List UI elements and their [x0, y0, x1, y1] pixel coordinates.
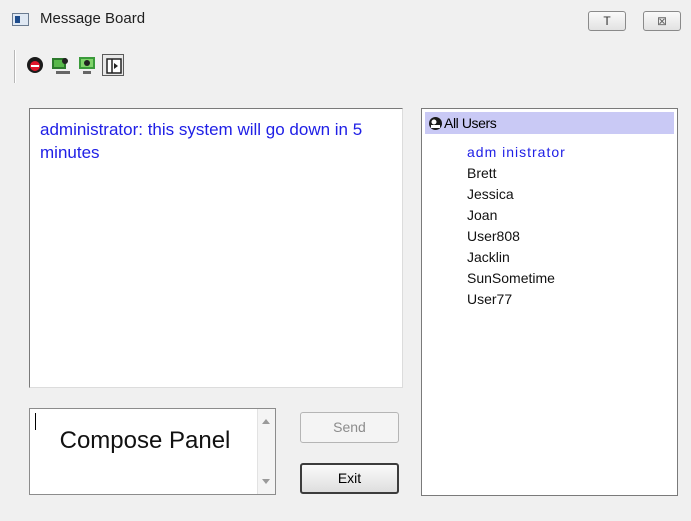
computer-user-icon[interactable]	[50, 54, 72, 76]
user-list-item[interactable]: Joan	[467, 205, 566, 226]
compose-panel-label: Compose Panel	[59, 427, 231, 454]
message-board-window: Message Board T ⊠ administrator: this sy…	[0, 0, 691, 521]
all-users-header[interactable]: All Users	[425, 112, 674, 134]
all-users-label: All Users	[444, 115, 497, 131]
exit-button[interactable]: Exit	[300, 463, 399, 494]
compose-panel[interactable]: Compose Panel	[29, 408, 276, 495]
minimize-button[interactable]: T	[588, 11, 626, 31]
close-button[interactable]: ⊠	[643, 11, 681, 31]
user-list-item[interactable]: User77	[467, 289, 566, 310]
person-stop-icon[interactable]	[24, 54, 46, 76]
scroll-up-icon[interactable]	[262, 419, 270, 424]
title-bar: Message Board T ⊠	[0, 0, 691, 36]
send-button[interactable]: Send	[300, 412, 399, 443]
toggle-panel-icon[interactable]	[102, 54, 124, 76]
user-list-item[interactable]: adm inistrator	[467, 142, 566, 163]
message-display[interactable]: administrator: this system will go down …	[29, 108, 403, 388]
user-list-item[interactable]: User808	[467, 226, 566, 247]
compose-scrollbar[interactable]	[257, 409, 275, 494]
users-group-icon	[429, 117, 442, 130]
user-list: adm inistrator Brett Jessica Joan User808 Jac…	[467, 142, 566, 310]
user-list-item[interactable]: SunSometime	[467, 268, 566, 289]
user-list-item[interactable]: Jacklin	[467, 247, 566, 268]
user-list-item[interactable]: Jessica	[467, 184, 566, 205]
computer-screen-icon[interactable]	[76, 54, 98, 76]
user-list-panel: All Users adm inistrator Brett Jessica Joan…	[421, 108, 678, 496]
app-window-icon	[12, 13, 29, 26]
message-text: administrator: this system will go down …	[40, 120, 363, 162]
scroll-down-icon[interactable]	[262, 479, 270, 484]
toolbar-separator	[14, 50, 16, 83]
window-title: Message Board	[40, 10, 146, 27]
user-list-item[interactable]: Brett	[467, 163, 566, 184]
